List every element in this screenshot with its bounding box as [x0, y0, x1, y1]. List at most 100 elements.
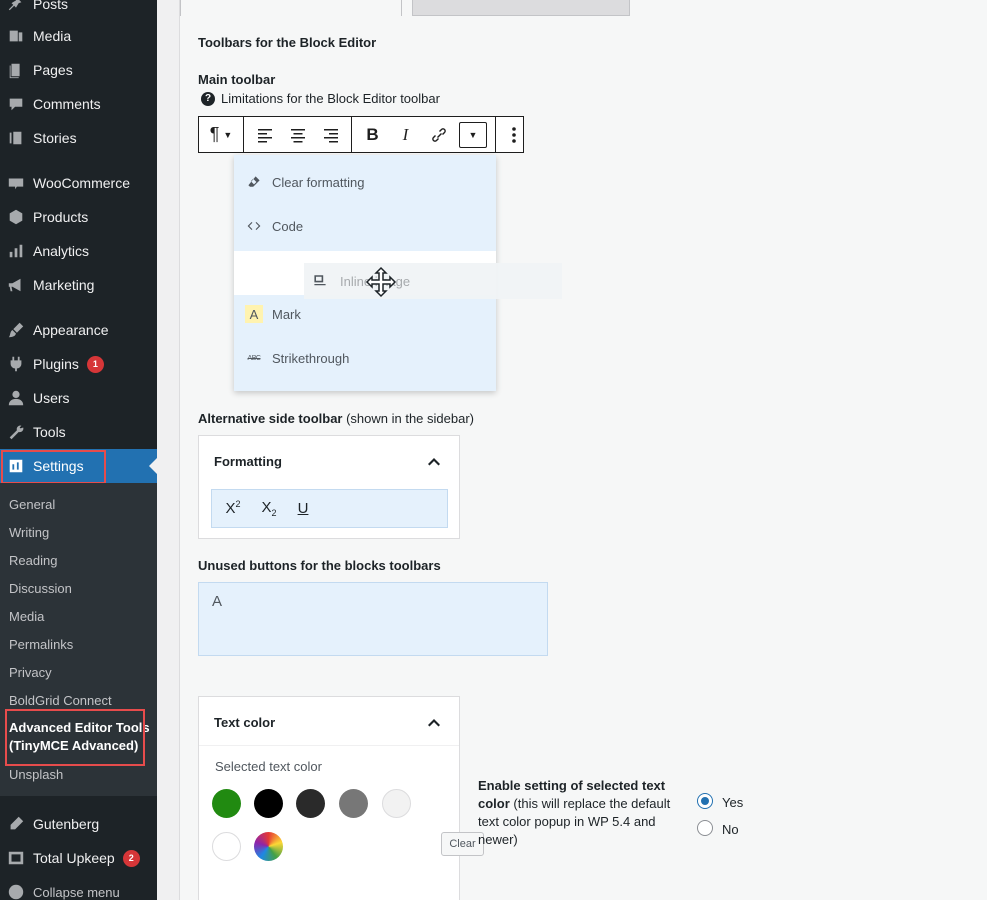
menu-item-appearance[interactable]: Appearance	[0, 313, 157, 347]
align-right-button[interactable]	[314, 117, 347, 153]
move-cursor-icon	[365, 266, 397, 298]
submenu-reading[interactable]: Reading	[9, 553, 57, 568]
dropdown-item-strikethrough[interactable]: ABC Strikethrough	[234, 336, 496, 380]
bold-icon: B	[366, 124, 379, 144]
tab-classic-editor[interactable]	[412, 0, 630, 16]
superscript-button[interactable]: X2	[216, 490, 250, 526]
submenu-privacy[interactable]: Privacy	[9, 665, 52, 680]
paragraph-button[interactable]: ¶ ▼	[201, 117, 241, 153]
dropdown-item-label: Clear formatting	[272, 174, 365, 190]
submenu-discussion[interactable]: Discussion	[9, 581, 72, 596]
align-left-button[interactable]	[248, 117, 281, 153]
alt-toolbar-label-text: Alternative side toolbar	[198, 411, 343, 426]
code-icon	[245, 217, 263, 235]
enable-setting-label: Enable setting of selected text color (t…	[478, 777, 678, 849]
radio-no[interactable]	[697, 820, 713, 836]
menu-item-analytics[interactable]: Analytics	[0, 234, 157, 268]
chevron-up-icon[interactable]	[427, 716, 441, 730]
menu-item-pages[interactable]: Pages	[0, 53, 157, 87]
color-swatch-gray[interactable]	[339, 789, 368, 818]
collapse-menu-button[interactable]: Collapse menu	[0, 875, 157, 900]
unused-a-button[interactable]: A	[212, 593, 222, 610]
vertical-ellipsis-icon	[512, 126, 516, 143]
menu-label: Comments	[33, 96, 101, 112]
eraser-icon	[245, 173, 263, 191]
brush-icon	[6, 320, 26, 340]
wrench-icon	[6, 422, 26, 442]
italic-button[interactable]: I	[389, 117, 422, 153]
submenu-unsplash[interactable]: Unsplash	[9, 767, 63, 782]
underline-button[interactable]: U	[286, 490, 320, 526]
dropdown-item-clear-formatting[interactable]: Clear formatting	[234, 160, 496, 204]
color-swatch-dark-gray[interactable]	[296, 789, 325, 818]
menu-item-tools[interactable]: Tools	[0, 415, 157, 449]
more-options-button[interactable]	[500, 117, 528, 153]
main-content: Toolbars for the Block Editor Main toolb…	[157, 0, 987, 900]
align-center-icon	[290, 128, 305, 142]
menu-item-posts[interactable]: Posts	[0, 0, 157, 21]
submenu-general[interactable]: General	[9, 497, 55, 512]
radio-yes[interactable]	[697, 793, 713, 809]
menu-item-media[interactable]: Media	[0, 19, 157, 53]
color-swatch-green[interactable]	[212, 789, 241, 818]
menu-label: Collapse menu	[33, 884, 120, 900]
dragging-item-inline-image[interactable]: Inline image	[304, 263, 562, 299]
dropdown-item-label: Strikethrough	[272, 350, 350, 366]
menu-label: Tools	[33, 424, 66, 440]
divider	[199, 745, 459, 746]
italic-icon: I	[402, 124, 409, 144]
menu-item-woocommerce[interactable]: WooCommerce	[0, 166, 157, 200]
menu-item-marketing[interactable]: Marketing	[0, 268, 157, 302]
stories-icon	[6, 128, 26, 148]
align-right-icon	[323, 128, 338, 142]
woocommerce-icon	[6, 173, 26, 193]
menu-item-plugins[interactable]: Plugins 1	[0, 347, 157, 381]
submenu-writing[interactable]: Writing	[9, 525, 49, 540]
submenu-boldgrid-connect[interactable]: BoldGrid Connect	[9, 693, 112, 708]
dropdown-item-label: Code	[272, 218, 304, 234]
update-count-badge: 2	[122, 849, 140, 867]
toolbar-group-more	[496, 117, 532, 152]
menu-item-gutenberg[interactable]: Gutenberg	[0, 807, 157, 841]
menu-item-products[interactable]: Products	[0, 200, 157, 234]
subscript-icon: X2	[261, 498, 277, 518]
inline-image-icon	[312, 272, 330, 290]
admin-sidebar: Posts Media Pages Comments Stories WooCo…	[0, 0, 157, 900]
color-swatch-black[interactable]	[254, 789, 283, 818]
bold-button[interactable]: B	[356, 117, 389, 153]
more-formats-dropdown-toggle[interactable]: ▼	[459, 121, 487, 148]
menu-item-total-upkeep[interactable]: Total Upkeep 2	[0, 841, 157, 875]
limitations-link-text: Limitations for the Block Editor toolbar	[221, 91, 440, 106]
superscript-icon: X2	[225, 499, 241, 517]
menu-item-comments[interactable]: Comments	[0, 87, 157, 121]
megaphone-icon	[6, 275, 26, 295]
link-button[interactable]	[422, 117, 455, 153]
menu-label: Plugins	[33, 356, 79, 372]
color-swatch-white[interactable]	[212, 832, 241, 861]
menu-label: Total Upkeep	[33, 850, 115, 866]
caret-down-icon: ▼	[468, 129, 478, 140]
color-swatch-light-gray[interactable]	[382, 789, 411, 818]
custom-color-picker[interactable]	[254, 832, 283, 861]
underline-icon: U	[297, 499, 309, 517]
main-toolbar-label: Main toolbar	[198, 72, 276, 87]
dropdown-item-code[interactable]: Code	[234, 204, 496, 248]
menu-item-stories[interactable]: Stories	[0, 121, 157, 155]
products-icon	[6, 207, 26, 227]
align-center-button[interactable]	[281, 117, 314, 153]
collapse-icon	[6, 882, 26, 900]
pushpin-icon	[6, 0, 26, 14]
media-icon	[6, 26, 26, 46]
menu-label: Marketing	[33, 277, 95, 293]
comments-icon	[6, 94, 26, 114]
limitations-link[interactable]: ? Limitations for the Block Editor toolb…	[201, 91, 440, 106]
submenu-permalinks[interactable]: Permalinks	[9, 637, 73, 652]
menu-label: Users	[33, 390, 70, 406]
users-icon	[6, 388, 26, 408]
chevron-up-icon[interactable]	[427, 455, 441, 469]
submenu-media[interactable]: Media	[9, 609, 44, 624]
tab-block-editor[interactable]	[180, 0, 402, 16]
subscript-button[interactable]: X2	[252, 490, 286, 526]
menu-item-users[interactable]: Users	[0, 381, 157, 415]
formatting-drop-area: X2 X2 U	[211, 489, 448, 528]
